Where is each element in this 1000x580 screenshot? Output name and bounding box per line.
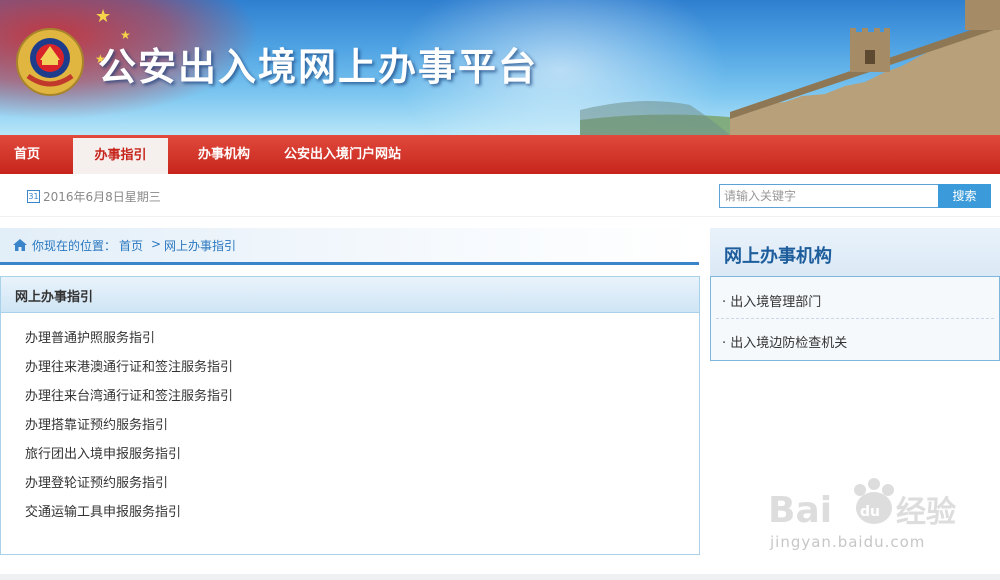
agency-item[interactable]: · 出入境管理部门 [722, 291, 821, 310]
agency-item[interactable]: · 出入境边防检查机关 [722, 332, 847, 351]
nav-service-agencies[interactable]: 办事机构 [198, 135, 250, 174]
agency-item-label: 出入境边防检查机关 [730, 336, 848, 351]
police-emblem-icon [16, 28, 84, 96]
guide-link[interactable]: 办理搭靠证预约服务指引 [25, 414, 168, 433]
great-wall-illustration [580, 0, 1000, 135]
guide-link[interactable]: 办理往来台湾通行证和签注服务指引 [25, 385, 233, 404]
breadcrumb-current: 网上办事指引 [164, 239, 237, 253]
guide-link[interactable]: 旅行团出入境申报服务指引 [25, 443, 181, 462]
footer-strip [0, 574, 1000, 580]
nav-portal-site[interactable]: 公安出入境门户网站 [284, 135, 401, 174]
divider [716, 318, 994, 319]
nav-service-guide[interactable]: 办事指引 [73, 138, 168, 174]
agency-item-label: 出入境管理部门 [730, 295, 822, 310]
svg-text:du: du [860, 504, 880, 520]
site-title: 公安出入境网上办事平台 [98, 45, 539, 89]
header-banner: ★ ★ ★ 公安出入境网上办事平台 [0, 0, 1000, 135]
breadcrumb-home-link[interactable]: 首页 [119, 237, 143, 254]
search-input[interactable] [719, 184, 941, 208]
guide-link[interactable]: 交通运输工具申报服务指引 [25, 501, 181, 520]
agency-sidebar-title: 网上办事机构 [724, 246, 832, 267]
home-icon [13, 239, 27, 251]
guide-panel-header [1, 277, 699, 313]
nav-home[interactable]: 首页 [14, 135, 40, 174]
svg-text:经验: 经验 [896, 495, 956, 530]
search-button[interactable]: 搜索 [938, 184, 991, 208]
current-date: 2016年6月8日星期三 [43, 190, 161, 204]
calendar-icon: 31 [27, 190, 40, 203]
guide-link[interactable]: 办理普通护照服务指引 [25, 327, 155, 346]
guide-link[interactable]: 办理往来港澳通行证和签注服务指引 [25, 356, 233, 375]
breadcrumb-prefix: 你现在的位置： [32, 239, 117, 253]
breadcrumb-separator: > [151, 237, 162, 251]
main-nav: 首页 办事指引 办事机构 公安出入境门户网站 [0, 135, 1000, 174]
star-icon: ★ [95, 6, 112, 27]
guide-link[interactable]: 办理登轮证预约服务指引 [25, 472, 168, 491]
guide-panel-title: 网上办事指引 [15, 290, 94, 305]
watermark-url: jingyan.baidu.com [770, 533, 926, 551]
svg-text:Bai: Bai [768, 490, 832, 531]
